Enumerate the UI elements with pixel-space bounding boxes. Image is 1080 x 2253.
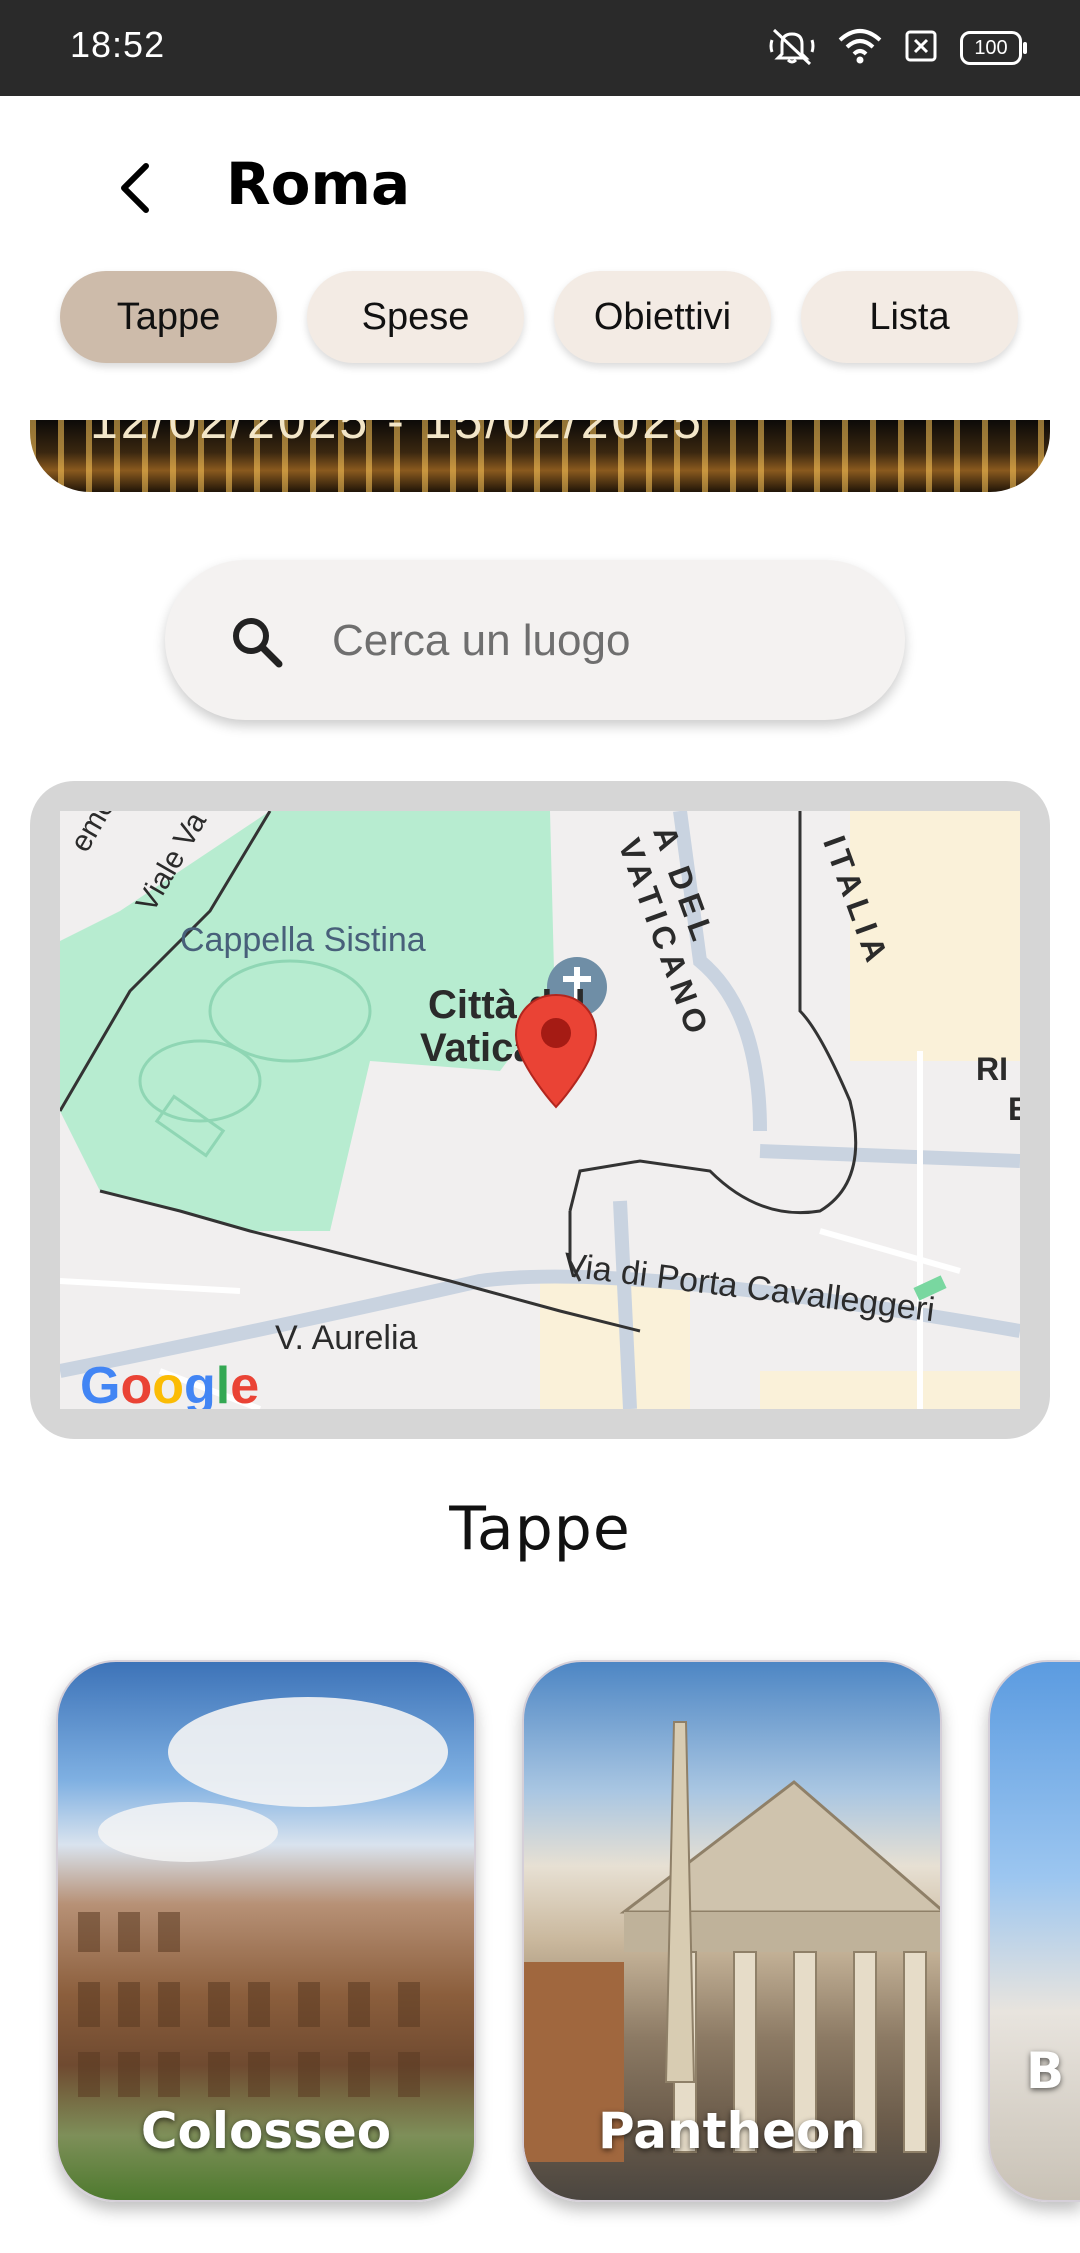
status-icons: 100 bbox=[768, 26, 1027, 70]
tab-spese[interactable]: Spese bbox=[307, 271, 524, 363]
map-label-e: E bbox=[1008, 1091, 1020, 1127]
battery-icon: 100 bbox=[960, 31, 1027, 65]
page-title: Roma bbox=[226, 150, 411, 218]
trip-dates: 12/02/2025 - 15/02/2025 bbox=[90, 420, 704, 449]
search-icon bbox=[233, 618, 283, 668]
tab-obiettivi[interactable]: Obiettivi bbox=[554, 271, 771, 363]
search-input[interactable] bbox=[330, 605, 854, 677]
status-time: 18:52 bbox=[70, 24, 166, 65]
map-marker-icon[interactable] bbox=[512, 991, 600, 1111]
mute-icon bbox=[768, 26, 816, 70]
search-bar[interactable] bbox=[165, 560, 905, 720]
map-label-aurelia: V. Aurelia bbox=[275, 1319, 418, 1357]
stop-name: B bbox=[1026, 2042, 1065, 2100]
stop-card-colosseo[interactable]: Colosseo bbox=[56, 1660, 476, 2202]
wifi-icon bbox=[838, 28, 882, 68]
no-sim-icon bbox=[904, 29, 938, 67]
tab-lista[interactable]: Lista bbox=[801, 271, 1018, 363]
google-logo: Google bbox=[80, 1357, 260, 1409]
trip-banner-image: 12/02/2025 - 15/02/2025 bbox=[30, 420, 1050, 492]
back-button[interactable] bbox=[110, 158, 160, 218]
status-bar: 18:52 100 bbox=[0, 0, 1080, 96]
map-view[interactable]: Cappella Sistina Città del Vaticano Vial… bbox=[60, 811, 1020, 1409]
section-title: Tappe bbox=[449, 1494, 631, 1564]
tab-tappe[interactable]: Tappe bbox=[60, 271, 277, 363]
stop-card-pantheon[interactable]: Pantheon bbox=[522, 1660, 942, 2202]
map-card: Cappella Sistina Città del Vaticano Vial… bbox=[30, 781, 1050, 1439]
stop-card-partial[interactable]: B bbox=[988, 1660, 1080, 2202]
chevron-left-icon bbox=[121, 163, 149, 213]
map-label-cappella: Cappella Sistina bbox=[180, 921, 426, 959]
tab-bar: Tappe Spese Obiettivi Lista bbox=[60, 271, 1018, 363]
map-label-ri: RI bbox=[976, 1051, 1008, 1087]
stop-name: Colosseo bbox=[140, 2102, 392, 2160]
stop-name: Pantheon bbox=[598, 2102, 866, 2160]
